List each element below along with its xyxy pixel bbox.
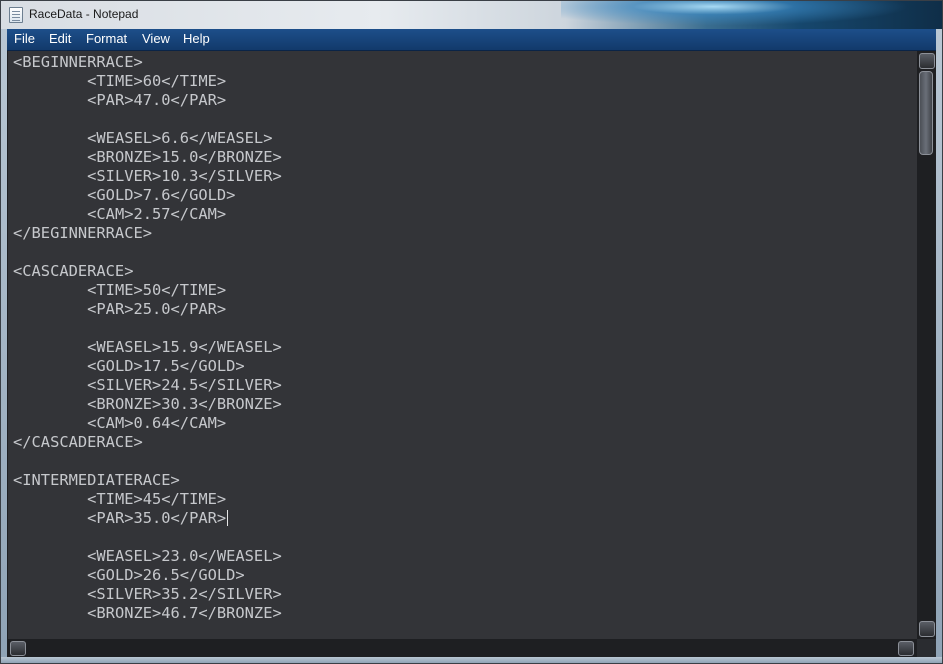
notepad-window: RaceData - Notepad File Edit Format View… — [0, 0, 943, 664]
horizontal-scrollbar[interactable] — [7, 639, 917, 657]
scroll-up-button[interactable] — [919, 53, 935, 69]
vertical-scroll-thumb[interactable] — [919, 71, 933, 155]
window-title: RaceData - Notepad — [29, 7, 139, 21]
editor-text-before-caret: <BEGINNERRACE> <TIME>60</TIME> <PAR>47.0… — [13, 53, 282, 527]
scroll-left-button[interactable] — [10, 641, 26, 656]
vertical-scrollbar[interactable] — [917, 51, 936, 639]
scroll-right-button[interactable] — [898, 641, 914, 656]
menu-file[interactable]: File — [12, 31, 37, 46]
scroll-down-button[interactable] — [919, 621, 935, 637]
text-editor[interactable]: <BEGINNERRACE> <TIME>60</TIME> <PAR>47.0… — [7, 51, 918, 639]
window-frame-right — [936, 29, 942, 663]
menu-edit[interactable]: Edit — [47, 31, 73, 46]
menu-bar: File Edit Format View Help — [7, 29, 936, 51]
title-bar[interactable]: RaceData - Notepad — [1, 1, 942, 29]
scrollbar-corner — [917, 639, 936, 657]
menu-format[interactable]: Format — [84, 31, 129, 46]
title-bar-glow — [561, 1, 942, 29]
editor-text-after-caret: <WEASEL>23.0</WEASEL> <GOLD>26.5</GOLD> … — [87, 547, 282, 622]
menu-help[interactable]: Help — [181, 31, 212, 46]
menu-view[interactable]: View — [140, 31, 172, 46]
window-frame-bottom — [1, 657, 942, 663]
notepad-icon[interactable] — [9, 7, 23, 23]
text-caret — [227, 510, 229, 526]
editor-content[interactable]: <BEGINNERRACE> <TIME>60</TIME> <PAR>47.0… — [8, 51, 918, 623]
